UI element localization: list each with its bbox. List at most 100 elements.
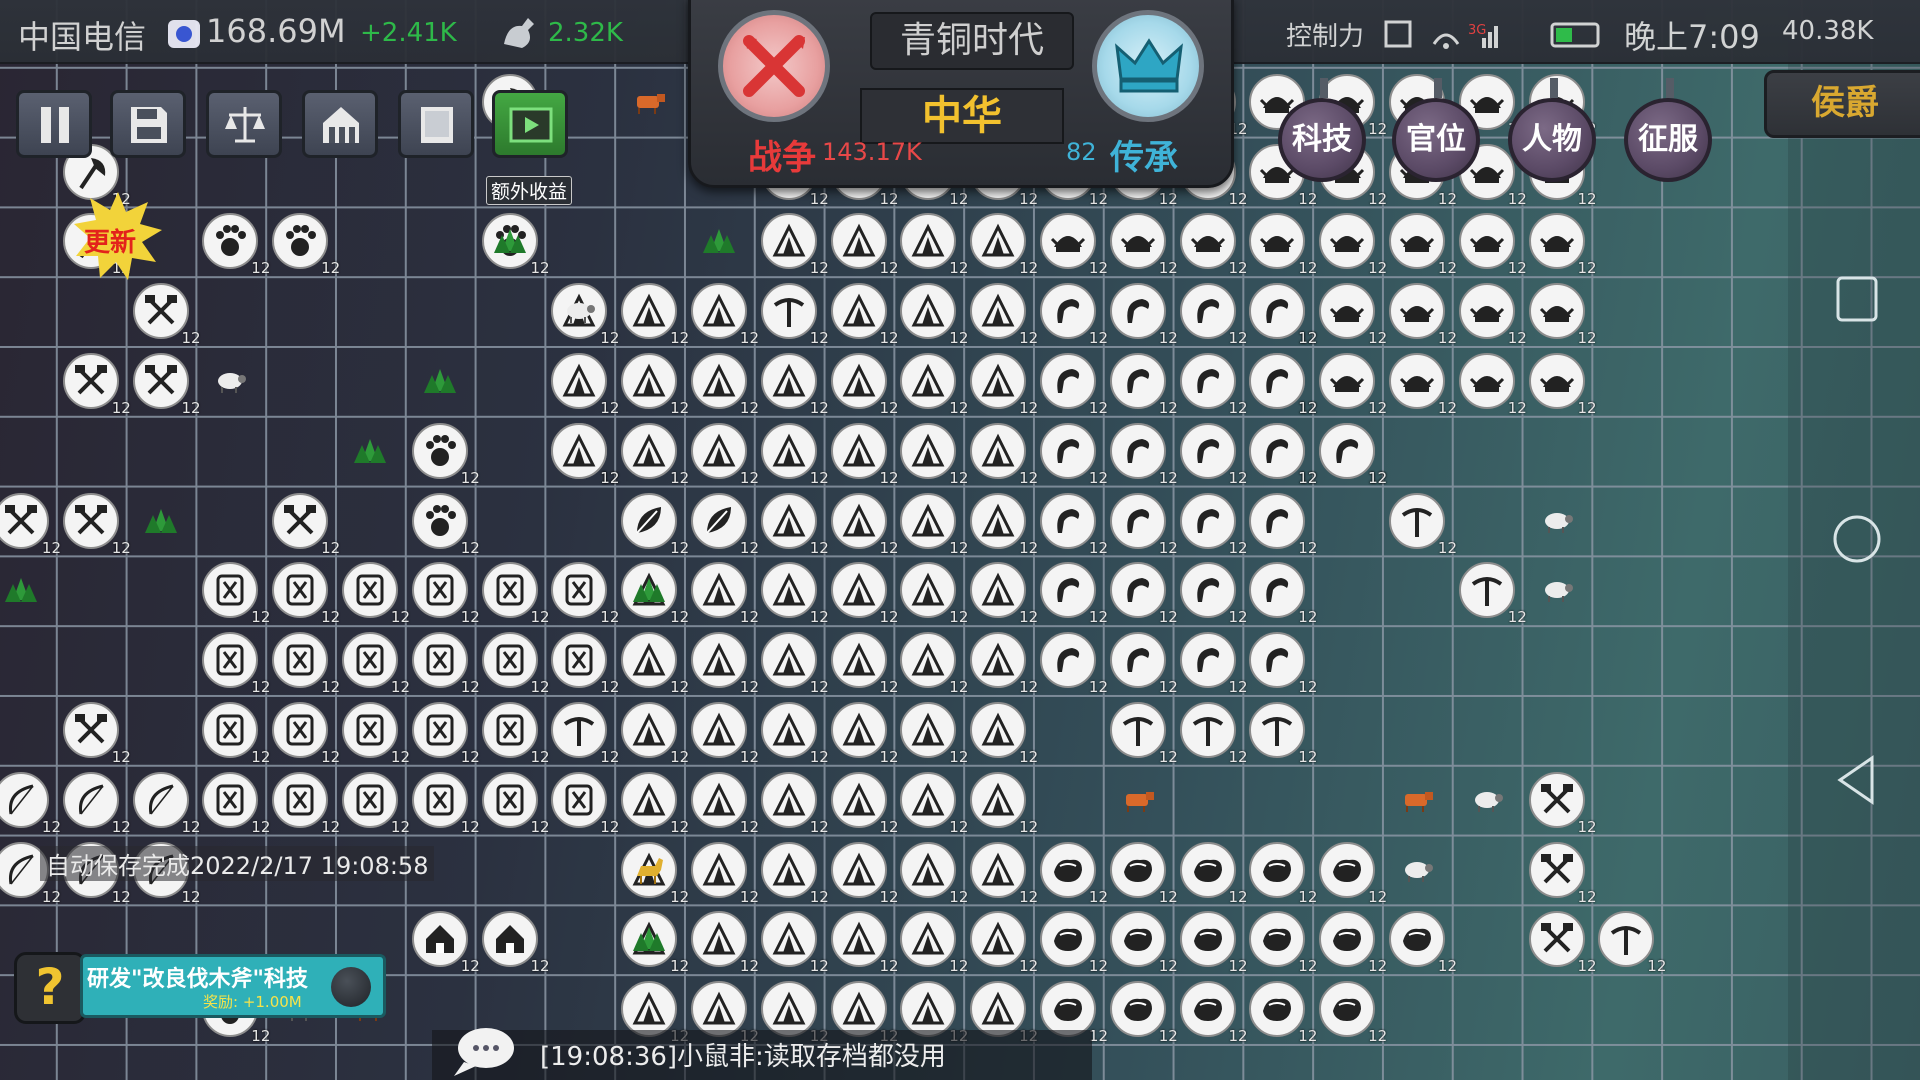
map-tile[interactable]: 12 (1109, 213, 1178, 277)
map-tile[interactable]: 12 (1179, 422, 1248, 487)
map-tile[interactable]: 12 (1528, 841, 1597, 906)
map-tile[interactable]: 12 (621, 981, 689, 1045)
map-tile[interactable]: 12 (900, 702, 968, 766)
map-tile[interactable]: 12 (900, 981, 968, 1045)
map-tile[interactable]: 12 (1528, 771, 1597, 836)
map-tile[interactable]: 12 (272, 562, 340, 626)
map-tile[interactable]: 12 (481, 632, 550, 696)
map-tile[interactable]: 12 (1319, 213, 1387, 277)
map-tile[interactable]: 12 (342, 632, 410, 696)
map-tile[interactable]: 12 (1249, 353, 1317, 417)
horse-icon[interactable] (629, 850, 669, 890)
map-tile[interactable]: 12 (1249, 841, 1317, 906)
map-tile[interactable]: 12 (1040, 283, 1108, 347)
map-tile[interactable]: 12 (62, 702, 131, 766)
map-tile[interactable]: 12 (830, 422, 899, 487)
map-tile[interactable]: 12 (411, 492, 480, 557)
map-tile[interactable]: 12 (1389, 283, 1457, 347)
map-tile[interactable]: 12 (1389, 492, 1457, 557)
map-tile[interactable]: 12 (1179, 841, 1248, 906)
tech-button[interactable]: 科技 (1278, 78, 1366, 182)
map-tile[interactable]: 12 (1040, 492, 1108, 557)
map-tile[interactable]: 12 (691, 353, 759, 417)
map-tile[interactable]: 12 (1319, 841, 1387, 906)
map-tile[interactable]: 12 (1179, 911, 1248, 975)
map-tile[interactable]: 12 (1040, 981, 1108, 1045)
map-tile[interactable]: 12 (411, 771, 480, 836)
map-tile[interactable]: 12 (1179, 213, 1248, 277)
map-tile[interactable]: 12 (1249, 283, 1317, 347)
map-tile[interactable]: 12 (760, 283, 829, 347)
sheep-icon[interactable] (210, 361, 250, 401)
map-tile[interactable]: 12 (760, 702, 829, 766)
map-tile[interactable]: 12 (1598, 911, 1666, 975)
map-tile[interactable]: 12 (691, 492, 759, 557)
map-tile[interactable]: 12 (551, 632, 619, 696)
map-tile[interactable]: 12 (830, 283, 899, 347)
map-tile[interactable]: 12 (1109, 562, 1178, 626)
map-tile[interactable]: 12 (551, 702, 619, 766)
tree-icon[interactable] (350, 431, 390, 471)
map-tile[interactable]: 12 (830, 492, 899, 557)
map-tile[interactable]: 12 (1109, 422, 1178, 487)
city-button[interactable] (302, 90, 378, 158)
map-tile[interactable]: 12 (481, 771, 550, 836)
sheep-icon[interactable] (1537, 501, 1577, 541)
map-tile[interactable]: 12 (900, 213, 968, 277)
map-tile[interactable]: 12 (551, 771, 619, 836)
map-tile[interactable]: 12 (342, 771, 410, 836)
map-tile[interactable]: 12 (1389, 353, 1457, 417)
war-button[interactable] (718, 10, 830, 122)
map-tile[interactable]: 12 (551, 353, 619, 417)
map-tile[interactable]: 12 (970, 702, 1038, 766)
map-tile[interactable]: 12 (970, 213, 1038, 277)
map-tile[interactable]: 12 (760, 841, 829, 906)
map-tile[interactable]: 12 (1040, 422, 1108, 487)
map-tile[interactable]: 12 (760, 422, 829, 487)
map-tile[interactable]: 12 (970, 841, 1038, 906)
map-tile[interactable]: 12 (900, 562, 968, 626)
map-tile[interactable]: 12 (830, 981, 899, 1045)
map-tile[interactable]: 12 (900, 353, 968, 417)
cow-icon[interactable] (1118, 780, 1158, 820)
map-tile[interactable]: 12 (970, 422, 1038, 487)
map-tile[interactable]: 12 (760, 911, 829, 975)
map-tile[interactable]: 12 (900, 911, 968, 975)
map-tile[interactable]: 12 (62, 492, 131, 557)
map-tile[interactable]: 12 (411, 632, 480, 696)
conquer-button[interactable]: 征服 (1624, 78, 1712, 182)
tree-icon[interactable] (490, 221, 530, 261)
map-tile[interactable]: 12 (621, 632, 689, 696)
map-tile[interactable]: 12 (1179, 283, 1248, 347)
map-tile[interactable]: 12 (691, 841, 759, 906)
map-tile[interactable]: 12 (970, 771, 1038, 836)
cow-icon[interactable] (1397, 780, 1437, 820)
map-tile[interactable]: 12 (202, 702, 270, 766)
map-tile[interactable]: 12 (1528, 353, 1597, 417)
map-tile[interactable]: 12 (1109, 632, 1178, 696)
map-tile[interactable]: 12 (411, 422, 480, 487)
map-tile[interactable]: 12 (1109, 702, 1178, 766)
map-tile[interactable]: 12 (132, 353, 201, 417)
map-tile[interactable]: 12 (1040, 911, 1108, 975)
balance-button[interactable] (206, 90, 282, 158)
map-tile[interactable]: 12 (1040, 213, 1108, 277)
map-tile[interactable]: 12 (760, 213, 829, 277)
map-tile[interactable]: 12 (1109, 492, 1178, 557)
map-tile[interactable]: 12 (970, 981, 1038, 1045)
map-tile[interactable]: 12 (830, 213, 899, 277)
map-tile[interactable]: 12 (830, 771, 899, 836)
map-tile[interactable]: 12 (342, 702, 410, 766)
map-tile[interactable]: 12 (1109, 911, 1178, 975)
map-tile[interactable]: 12 (62, 771, 131, 836)
tree-icon[interactable] (629, 570, 669, 610)
map-tile[interactable]: 12 (760, 562, 829, 626)
map-tile[interactable]: 12 (411, 702, 480, 766)
map-tile[interactable]: 12 (691, 771, 759, 836)
book-button[interactable] (398, 90, 474, 158)
update-label[interactable]: 更新 (84, 222, 136, 259)
map-tile[interactable]: 12 (411, 562, 480, 626)
map-tile[interactable]: 12 (1249, 632, 1317, 696)
map-tile[interactable]: 12 (621, 702, 689, 766)
map-tile[interactable]: 12 (760, 771, 829, 836)
